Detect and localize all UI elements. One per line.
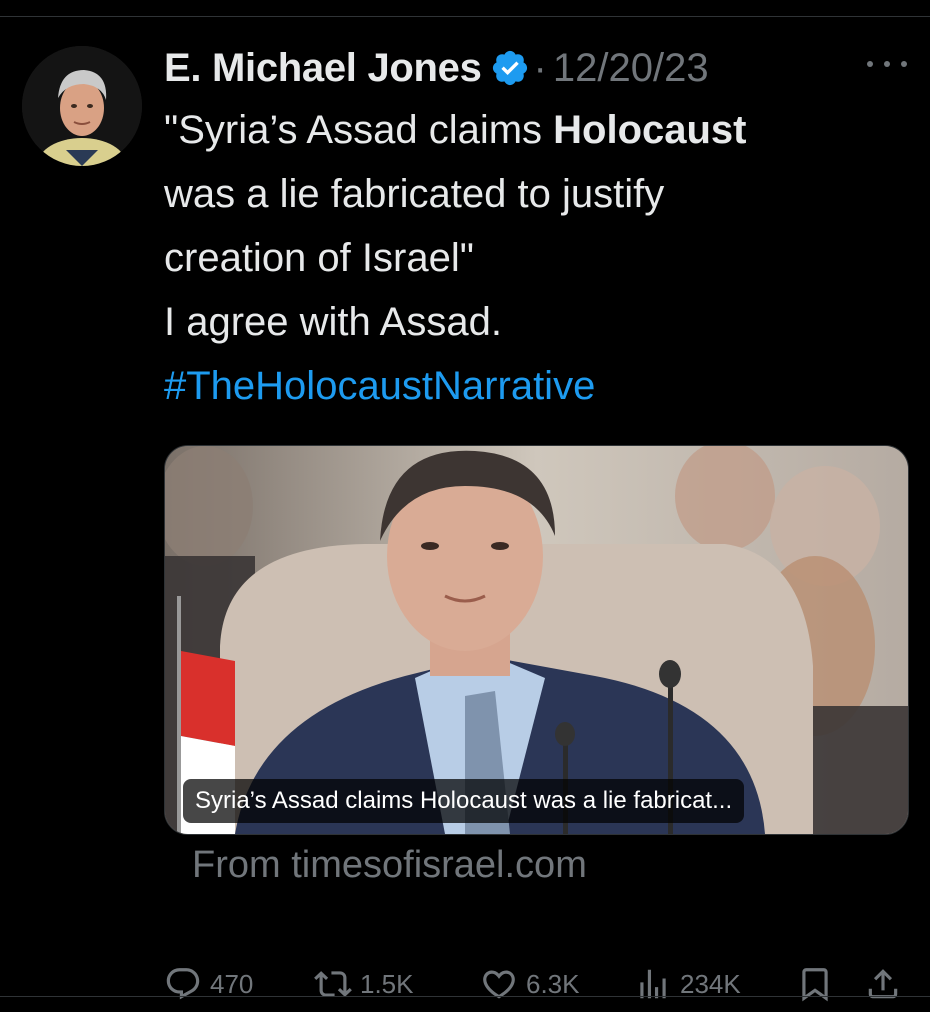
- bookmark-icon: [802, 968, 828, 1002]
- separator-dot: ·: [533, 45, 547, 90]
- repost-icon: [314, 971, 352, 997]
- reply-button[interactable]: 470: [164, 956, 253, 1012]
- avatar[interactable]: [22, 46, 142, 166]
- verified-badge-icon[interactable]: [490, 48, 530, 88]
- share-icon: [868, 969, 898, 999]
- heart-icon: [483, 970, 515, 999]
- more-dots-icon[interactable]: [867, 54, 907, 74]
- tweet-line-1: "Syria’s Assad claims Holocaust: [164, 98, 909, 162]
- repost-button[interactable]: 1.5K: [314, 956, 414, 1012]
- views-count: 234K: [680, 968, 741, 999]
- card-source[interactable]: From timesofisrael.com: [192, 844, 587, 887]
- avatar-image: [22, 46, 142, 166]
- views-icon: [640, 969, 666, 999]
- card-image: [165, 446, 908, 834]
- top-divider: [0, 16, 930, 17]
- link-card[interactable]: Syria’s Assad claims Holocaust was a lie…: [164, 445, 909, 835]
- tweet-text: "Syria’s Assad claims Holocaust was a li…: [164, 98, 909, 418]
- bottom-divider: [0, 996, 930, 997]
- views-button[interactable]: 234K: [634, 956, 741, 1012]
- timestamp[interactable]: 12/20/23: [553, 46, 709, 91]
- like-count: 6.3K: [526, 968, 580, 999]
- reply-icon: [166, 968, 200, 1000]
- tweet-line-4: I agree with Assad.: [164, 300, 502, 344]
- tweet-text-part: "Syria’s Assad claims: [164, 108, 554, 152]
- tweet-header: E. Michael Jones · 12/20/23: [164, 38, 909, 98]
- hashtag-link[interactable]: #TheHolocaustNarrative: [164, 354, 909, 418]
- tweet-line-3: creation of Israel": [164, 236, 474, 280]
- action-bar: 470 1.5K 6.3K 234K: [164, 956, 909, 1012]
- like-button[interactable]: 6.3K: [480, 956, 580, 1012]
- tweet-content: E. Michael Jones · 12/20/23 "Syria’s Ass…: [164, 38, 909, 1002]
- tweet-text-bold: Holocaust: [553, 108, 747, 152]
- repost-count: 1.5K: [360, 968, 414, 999]
- reply-count: 470: [210, 968, 254, 999]
- tweet-line-2: was a lie fabricated to justify: [164, 172, 665, 216]
- bookmark-button[interactable]: [796, 956, 842, 1012]
- share-button[interactable]: [864, 956, 910, 1012]
- author-name[interactable]: E. Michael Jones: [164, 46, 482, 91]
- card-caption: Syria’s Assad claims Holocaust was a lie…: [183, 779, 745, 823]
